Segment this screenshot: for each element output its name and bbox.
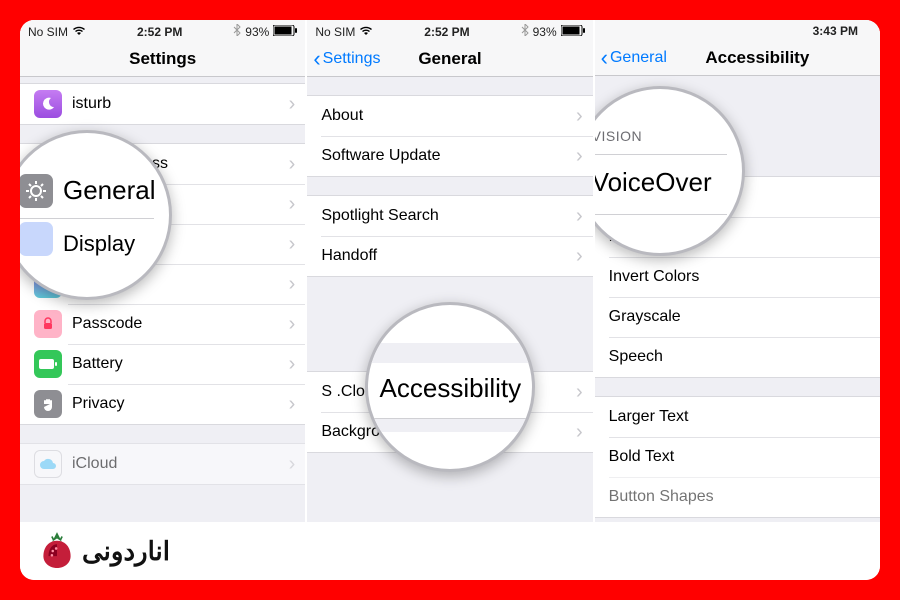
status-bar: No SIM 2:52 PM 93%: [307, 20, 592, 41]
row-battery[interactable]: Battery ›: [20, 344, 305, 384]
row-about[interactable]: About ›: [307, 96, 592, 136]
row-invert-colors[interactable]: Invert Colors: [595, 257, 880, 297]
footer-brand: اناردونی: [20, 522, 880, 580]
back-button[interactable]: ‹ Settings: [313, 48, 380, 70]
battery-row-icon: [34, 350, 62, 378]
chevron-right-icon: ›: [576, 421, 583, 444]
page-title: Settings: [129, 49, 196, 69]
chevron-right-icon: ›: [576, 245, 583, 268]
wifi-icon: [72, 25, 86, 39]
magnifier-label: VoiceOver: [595, 167, 742, 198]
chevron-left-icon: ‹: [313, 48, 320, 70]
row-label: Privacy: [72, 395, 289, 413]
back-label: Settings: [323, 50, 381, 68]
icloud-icon: [34, 450, 62, 478]
display-icon: [20, 222, 53, 256]
brand-text: اناردونی: [82, 536, 170, 567]
row-grayscale[interactable]: Grayscale: [595, 297, 880, 337]
moon-icon: [34, 90, 62, 118]
page-title: Accessibility: [705, 48, 809, 68]
hand-icon: [34, 390, 62, 418]
row-label: About: [321, 107, 576, 125]
battery-icon: [273, 25, 297, 39]
row-label: iCloud: [72, 455, 289, 473]
bluetooth-icon: [233, 24, 241, 39]
screen-general: No SIM 2:52 PM 93% ‹ Settings General: [307, 20, 592, 522]
chevron-right-icon: ›: [289, 233, 296, 256]
chevron-right-icon: ›: [289, 193, 296, 216]
screen-accessibility: . 3:43 PM ‹ General Accessibility om Mag…: [595, 20, 880, 522]
row-privacy[interactable]: Privacy ›: [20, 384, 305, 424]
carrier-label: No SIM: [28, 25, 68, 39]
chevron-right-icon: ›: [289, 153, 296, 176]
row-label: Button Shapes: [609, 488, 870, 506]
row-speech[interactable]: Speech: [595, 337, 880, 377]
row-larger-text[interactable]: Larger Text: [595, 397, 880, 437]
screen-settings: No SIM 2:52 PM 93% Settings: [20, 20, 305, 522]
battery-percent: 93%: [533, 25, 557, 39]
row-label: isturb: [72, 95, 289, 113]
navbar: ‹ General Accessibility: [595, 40, 880, 76]
row-software-update[interactable]: Software Update ›: [307, 136, 592, 176]
wifi-icon: [359, 25, 373, 39]
back-label: General: [610, 49, 667, 67]
back-button[interactable]: ‹ General: [601, 47, 667, 69]
gear-icon: [20, 174, 53, 208]
row-label: Grayscale: [609, 308, 870, 326]
row-label: Handoff: [321, 247, 576, 265]
battery-icon: [561, 25, 585, 39]
row-label: Bold Text: [609, 448, 870, 466]
chevron-right-icon: ›: [576, 205, 583, 228]
page-title: General: [418, 49, 481, 69]
row-label: Software Update: [321, 147, 576, 165]
bluetooth-icon: [521, 24, 529, 39]
row-label: Battery: [72, 355, 289, 373]
row-label: Passcode: [72, 315, 289, 333]
status-bar: No SIM 2:52 PM 93%: [20, 20, 305, 41]
row-spotlight[interactable]: Spotlight Search ›: [307, 196, 592, 236]
section-label: VISION: [595, 128, 742, 144]
chevron-right-icon: ›: [576, 105, 583, 128]
chevron-right-icon: ›: [576, 381, 583, 404]
row-icloud[interactable]: iCloud ›: [20, 444, 305, 484]
chevron-right-icon: ›: [289, 93, 296, 116]
chevron-left-icon: ‹: [601, 47, 608, 69]
row-label: Invert Colors: [609, 268, 870, 286]
magnifier-accessibility: Accessibility: [365, 302, 535, 472]
row-label: Spotlight Search: [321, 207, 576, 225]
row-handoff[interactable]: Handoff ›: [307, 236, 592, 276]
clock: 3:43 PM: [813, 24, 858, 38]
chevron-right-icon: ›: [289, 313, 296, 336]
magnifier-label: Accessibility: [380, 373, 522, 404]
row-do-not-disturb[interactable]: isturb ›: [20, 84, 305, 124]
chevron-right-icon: ›: [576, 145, 583, 168]
status-bar: . 3:43 PM: [595, 20, 880, 40]
pomegranate-icon: [40, 532, 74, 570]
magnifier-label: General: [63, 175, 156, 206]
row-passcode[interactable]: Passcode ›: [20, 304, 305, 344]
row-label: Larger Text: [609, 408, 870, 426]
chevron-right-icon: ›: [289, 353, 296, 376]
battery-percent: 93%: [245, 25, 269, 39]
chevron-right-icon: ›: [289, 393, 296, 416]
navbar: Settings: [20, 41, 305, 77]
row-label: Speech: [609, 348, 870, 366]
chevron-right-icon: ›: [289, 453, 296, 476]
clock: 2:52 PM: [137, 25, 182, 39]
clock: 2:52 PM: [424, 25, 469, 39]
magnifier-sublabel: Display: [63, 231, 135, 257]
chevron-right-icon: ›: [289, 273, 296, 296]
navbar: ‹ Settings General: [307, 41, 592, 77]
row-bold-text[interactable]: Bold Text: [595, 437, 880, 477]
lock-icon: [34, 310, 62, 338]
carrier-label: No SIM: [315, 25, 355, 39]
row-button-shapes[interactable]: Button Shapes: [595, 477, 880, 517]
